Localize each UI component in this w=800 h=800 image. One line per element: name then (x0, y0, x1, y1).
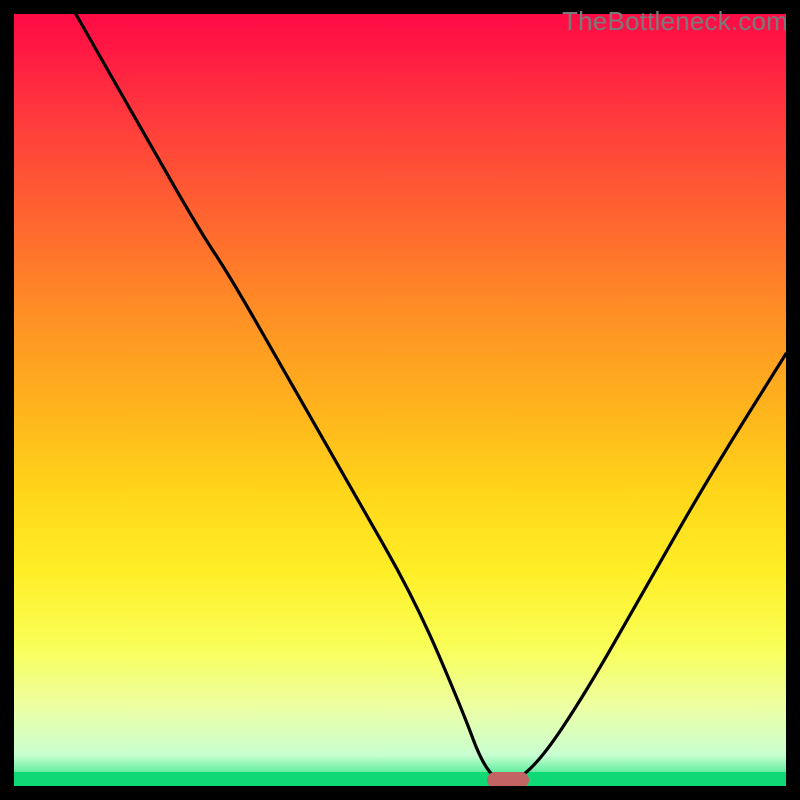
curve-path (76, 14, 786, 781)
bottleneck-curve (14, 14, 786, 786)
chart-frame: TheBottleneck.com (0, 0, 800, 800)
optimal-marker (487, 772, 529, 786)
plot-area (14, 14, 786, 786)
watermark-text: TheBottleneck.com (562, 6, 788, 37)
